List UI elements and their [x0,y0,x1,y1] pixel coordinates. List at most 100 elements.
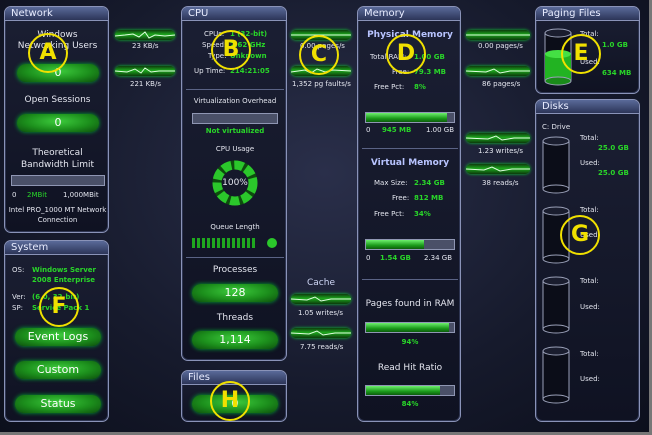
virtualization-bar [192,113,278,124]
disk-4-total-label: Total: [580,350,599,358]
pages-found-value: 94% [401,338,419,346]
os-value-1: Windows Server [32,266,96,274]
memory-title: Memory [358,7,460,21]
uptime-label: Up Time: [194,67,226,75]
marker-g: G [560,215,600,255]
paging-total-value: 1.0 GB [602,41,628,49]
page-faults-rate: 1,352 pg faults/s [292,80,351,88]
virtual-memory-bar [365,239,455,250]
physical-used: 945 MB [382,126,412,134]
physical-memory-bar [365,112,455,123]
read-hit-bar [365,385,455,396]
network-out-sparkline [115,31,175,39]
disk-reads-stream [466,164,530,174]
virtual-free-label: Free: [392,194,410,202]
cpu-usage-value: 100% [222,178,248,188]
cache-reads-stream [291,328,351,338]
virtual-used: 1.54 GB [380,254,411,262]
network-in-stream [115,66,175,76]
disk-4-used-label: Used: [580,375,600,383]
threads-label: Threads [216,313,254,323]
disks-panel: Disks C: Drive Total: 25.0 GB Used: 25.0… [535,99,640,422]
cpu-separator-1 [186,89,284,90]
open-sessions-label: Open Sessions [24,95,91,105]
read-hit-bar-fill [366,386,440,395]
adapter-name-1: Intel PRO_1000 MT Network [8,206,107,214]
threads-value[interactable]: 1,114 [192,331,278,349]
disk-3-total-label: Total: [580,277,599,285]
disk-writes-sparkline [466,135,530,141]
disks-title: Disks [536,100,639,114]
paging-out-stream [466,66,530,76]
processes-value[interactable]: 128 [192,284,278,302]
cache-reads-sparkline [291,330,351,336]
paging-files-title: Paging Files [536,7,639,21]
virtual-memory-title: Virtual Memory [370,158,450,168]
virtual-memory-bar-fill [366,240,425,249]
max-size-label: Max Size: [374,179,408,187]
paging-in-rate: 0.00 pages/s [478,42,523,50]
marker-b: B [211,30,251,70]
cache-writes-sparkline [291,296,351,302]
bandwidth-current: 2MBit [27,191,47,199]
pages-found-bar [365,322,455,333]
network-in-rate: 221 KB/s [130,80,161,88]
os-value-2: 2008 Enterprise [32,276,96,284]
queue-length-meter [192,238,277,248]
pages-found-bar-fill [366,323,449,332]
max-size-value: 2.34 GB [414,179,445,187]
disk-1-used-value: 25.0 GB [598,169,629,177]
status-button[interactable]: Status [15,395,101,413]
marker-c: C [299,35,339,75]
network-out-stream [115,30,175,40]
custom-button[interactable]: Custom [15,361,101,379]
bandwidth-label-2: Bandwidth Limit [20,160,95,170]
disk-4-cylinder[interactable] [541,345,571,405]
marker-h: H [210,381,250,421]
event-logs-button[interactable]: Event Logs [15,328,101,346]
marker-e: E [561,34,601,74]
disk-3-cylinder[interactable] [541,275,571,335]
paging-in-sparkline [466,34,530,36]
paging-out-sparkline [466,68,530,74]
system-panel: System OS: Windows Server 2008 Enterpris… [4,240,109,422]
bandwidth-min: 0 [12,191,17,199]
ver-label: Ver: [12,293,26,301]
dashboard-canvas: Network Windows Networking Users 0 Open … [0,0,652,435]
cpu-separator-2 [186,257,284,258]
disk-reads-rate: 38 reads/s [482,179,519,187]
physical-memory-bar-fill [366,113,447,122]
marker-f: F [39,287,79,327]
free-pct-value: 8% [414,83,426,91]
system-title: System [5,241,108,255]
adapter-name-2: Connection [37,216,78,224]
paging-used-value: 634 MB [602,69,632,77]
disk-1-cylinder[interactable] [541,135,571,195]
network-title: Network [5,7,108,21]
physical-min: 0 [366,126,371,134]
disk-1-total-value: 25.0 GB [598,144,629,152]
marker-a: A [28,33,68,73]
memory-separator-2 [362,279,458,280]
disk-writes-stream [466,133,530,143]
processes-label: Processes [212,265,258,275]
physical-max: 1.00 GB [426,126,455,134]
cache-writes-stream [291,294,351,304]
disk-1-used-label: Used: [580,159,600,167]
network-in-sparkline [115,67,175,74]
virtual-min: 0 [366,254,371,262]
disk-reads-sparkline [466,166,530,172]
virtualization-status: Not virtualized [205,127,265,135]
virtual-free-pct-value: 34% [414,210,431,218]
pages-found-label: Pages found in RAM [365,299,455,309]
read-hit-label: Read Hit Ratio [377,363,443,373]
disk-3-used-label: Used: [580,303,600,311]
queue-length-label: Queue Length [210,223,260,231]
cache-title: Cache [307,278,335,288]
open-sessions-value[interactable]: 0 [17,114,99,132]
free-pct-label: Free Pct: [374,83,405,91]
bandwidth-max: 1,000MBit [63,191,99,199]
virtual-free-value: 812 MB [414,194,444,202]
cache-writes-rate: 1.05 writes/s [298,309,344,317]
drive-label: C: Drive [542,123,571,131]
